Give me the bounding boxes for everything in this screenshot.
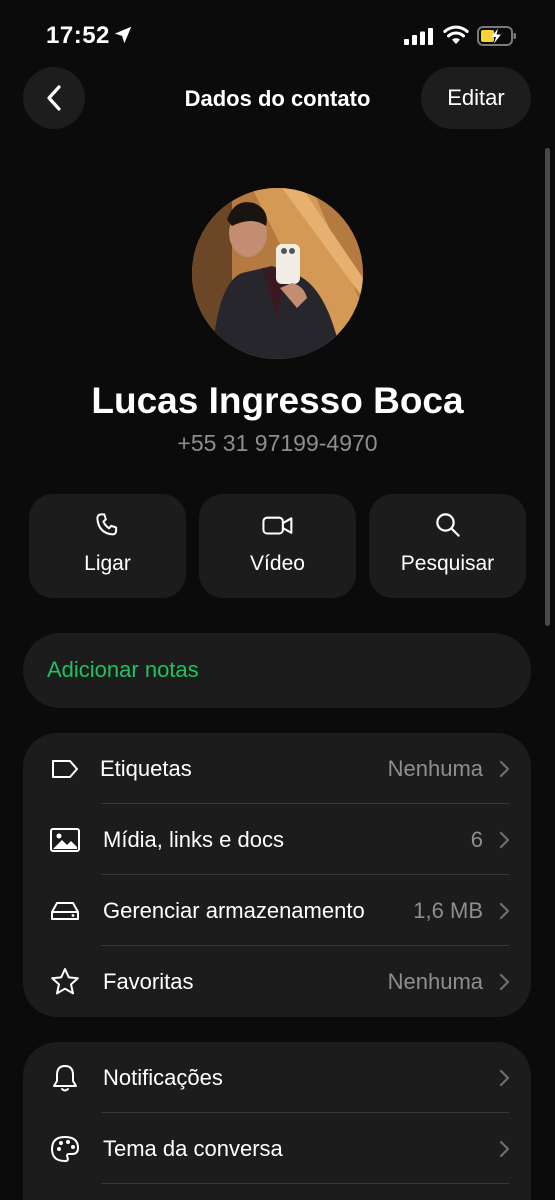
video-button[interactable]: Vídeo [199, 494, 356, 598]
chevron-right-icon [499, 1140, 510, 1157]
cellular-signal-icon [404, 28, 433, 45]
avatar-photo [192, 188, 363, 359]
chevron-right-icon [499, 902, 510, 919]
search-button-label: Pesquisar [400, 552, 495, 575]
media-count: 6 [470, 826, 483, 852]
chevron-right-icon [499, 973, 510, 990]
image-icon [48, 823, 82, 857]
storage-label: Gerenciar armazenamento [103, 897, 365, 923]
notifications-label: Notificações [103, 1064, 223, 1090]
contact-info-screen: 17:52 Dados do contato Editar Lucas Ingr… [0, 0, 555, 1200]
battery-charging-icon [477, 26, 516, 46]
favorites-label: Favoritas [103, 968, 194, 994]
list-item-storage[interactable]: Gerenciar armazenamento 1,6 MB [23, 875, 531, 946]
bell-icon [48, 1061, 82, 1095]
contact-name: Lucas Ingresso Boca [91, 380, 464, 421]
chat-theme-label: Tema da conversa [103, 1135, 283, 1161]
video-button-label: Vídeo [250, 552, 305, 575]
edit-button[interactable]: Editar [421, 67, 531, 129]
call-button-label: Ligar [84, 552, 131, 575]
call-button[interactable]: Ligar [29, 494, 186, 598]
chevron-right-icon [499, 831, 510, 848]
contact-avatar[interactable] [192, 188, 363, 359]
storage-icon [48, 894, 82, 928]
storage-value: 1,6 MB [413, 897, 483, 923]
star-icon [48, 965, 82, 999]
palette-icon [48, 1132, 82, 1166]
chevron-right-icon [499, 760, 510, 777]
labels-value: Nenhuma [387, 755, 483, 781]
add-notes-button[interactable]: Adicionar notas [23, 633, 531, 708]
favorites-value: Nenhuma [387, 968, 483, 994]
list-item-chat-theme[interactable]: Tema da conversa [23, 1113, 531, 1184]
status-bar: 17:52 [0, 0, 555, 70]
video-icon [261, 516, 292, 535]
contact-info-list: Etiquetas Nenhuma Mídia, links e docs 6 … [23, 733, 531, 1017]
chevron-right-icon [499, 1069, 510, 1086]
list-item-labels[interactable]: Etiquetas Nenhuma [23, 733, 531, 804]
contact-phone: +55 31 97199-4970 [177, 430, 378, 456]
add-notes-label: Adicionar notas [47, 657, 199, 682]
list-item-media[interactable]: Mídia, links e docs 6 [23, 804, 531, 875]
list-item-favorites[interactable]: Favoritas Nenhuma [23, 946, 531, 1017]
status-time: 17:52 [46, 22, 110, 49]
location-arrow-icon [114, 26, 132, 44]
divider [101, 1183, 509, 1184]
list-item-notifications[interactable]: Notificações [23, 1042, 531, 1113]
media-label: Mídia, links e docs [103, 826, 284, 852]
wifi-icon [443, 25, 469, 44]
phone-icon [95, 513, 117, 536]
label-icon [48, 752, 82, 786]
contact-settings-list: Notificações Tema da conversa [23, 1042, 531, 1200]
search-icon [435, 513, 460, 537]
labels-label: Etiquetas [100, 755, 192, 781]
search-button[interactable]: Pesquisar [369, 494, 526, 598]
